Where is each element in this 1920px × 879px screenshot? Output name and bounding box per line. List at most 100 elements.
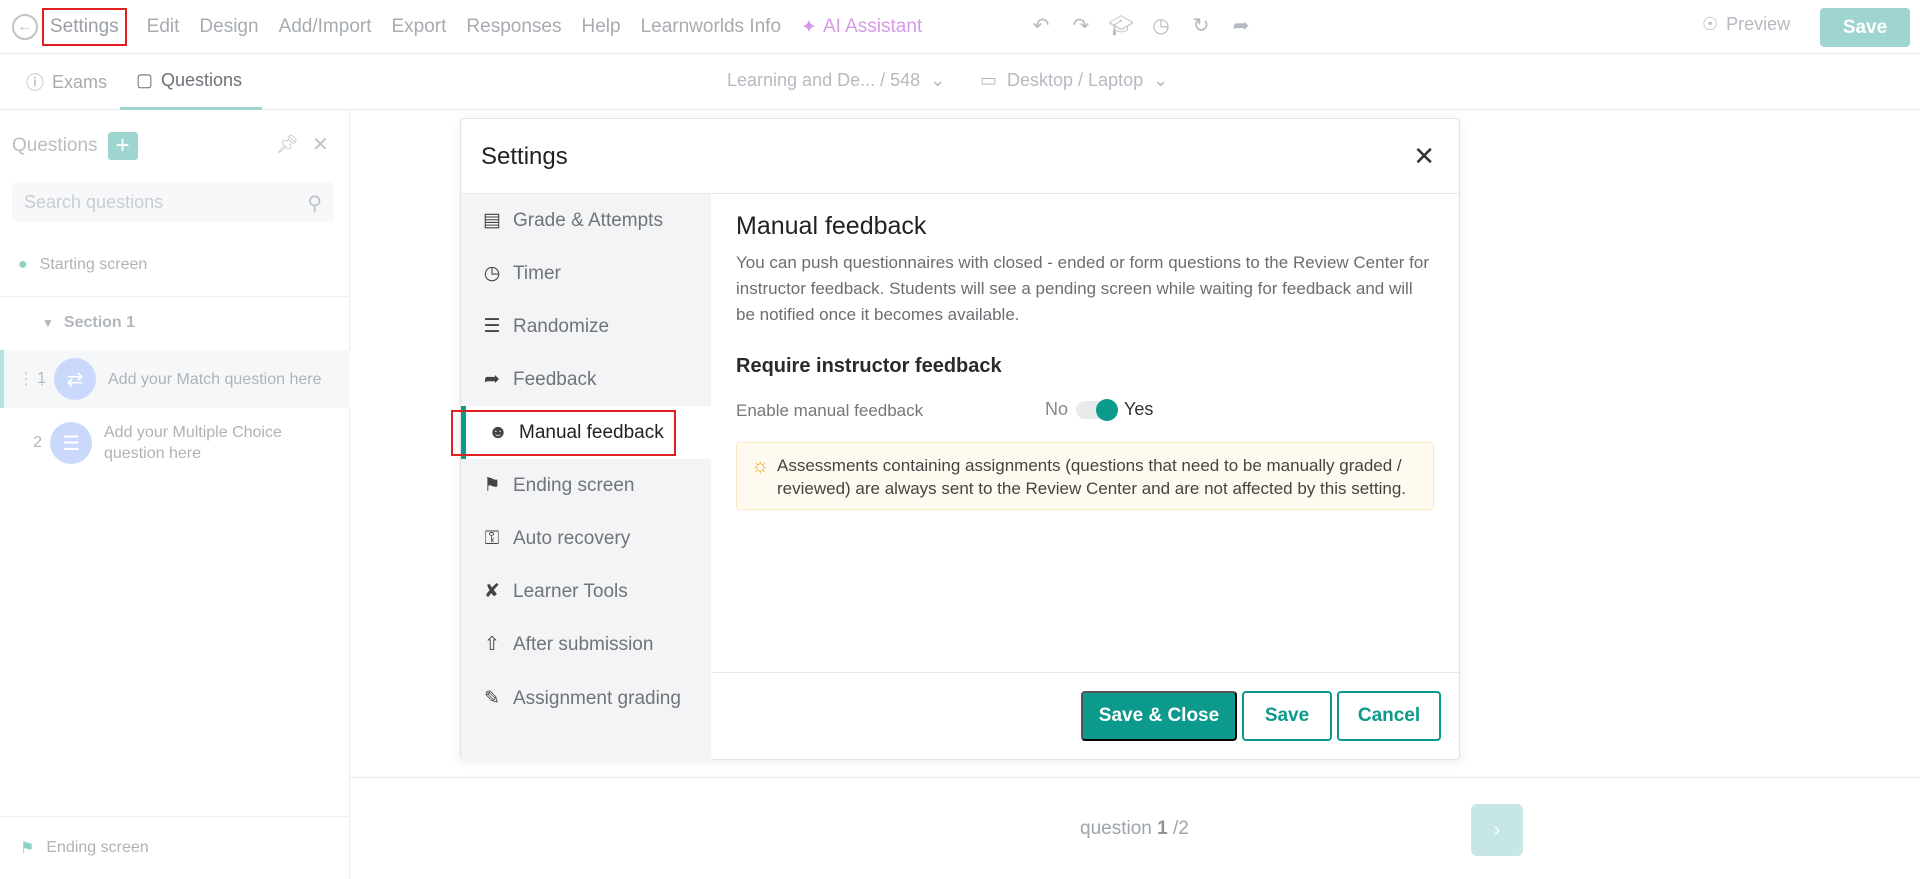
toggle-yes-label: Yes: [1124, 399, 1154, 419]
edit-doc-icon: ✎: [484, 688, 500, 709]
sparkle-icon: ✦: [801, 16, 817, 38]
undo-icon[interactable]: ↶: [1030, 14, 1052, 37]
close-icon[interactable]: ✕: [1413, 141, 1435, 172]
save-button[interactable]: Save: [1242, 691, 1332, 741]
device-selector[interactable]: ▭ Desktop / Laptop ⌄: [980, 70, 1168, 91]
info-note: ☼ Assessments containing assignments (qu…: [736, 442, 1434, 510]
chevron-down-icon: ⌄: [1153, 70, 1169, 90]
share-arrow-icon: ➦: [484, 369, 500, 390]
question-counter: question 1 /2: [1080, 818, 1189, 840]
nav-learner-tools[interactable]: ✘ Learner Tools: [461, 565, 711, 618]
menu-settings[interactable]: Settings: [42, 8, 127, 46]
nav-manual-feedback[interactable]: ☻ Manual feedback: [451, 406, 711, 459]
nav-feedback[interactable]: ➦ Feedback: [461, 353, 711, 406]
content-title: Manual feedback: [736, 212, 927, 240]
manual-feedback-toggle[interactable]: No Yes: [1045, 398, 1154, 421]
location-pin-icon: ●: [18, 256, 28, 273]
toggle-knob: [1096, 398, 1119, 421]
sidebar-header: Questions +: [12, 132, 138, 160]
toggle-no-label: No: [1045, 399, 1069, 419]
lightbulb-icon: ☼: [751, 455, 770, 477]
menu-add-import[interactable]: Add/Import: [279, 16, 372, 38]
grade-icon: ▤: [483, 210, 501, 231]
search-input[interactable]: [12, 182, 282, 222]
clock-history-icon[interactable]: ◷: [1150, 14, 1172, 37]
course-selector-label: Learning and De... / 548: [727, 70, 921, 90]
content-description: You can push questionnaires with closed …: [736, 253, 1429, 324]
ending-screen-label: Ending screen: [46, 839, 149, 856]
divider: [0, 296, 350, 297]
content-subtitle: Require instructor feedback: [736, 355, 1002, 377]
next-question-button[interactable]: ›: [1471, 804, 1523, 856]
toggle-switch[interactable]: [1076, 398, 1119, 421]
section-label: Section 1: [63, 314, 136, 331]
clock-icon: ◷: [483, 263, 501, 284]
graduation-cap-icon[interactable]: 🎓︎: [1108, 14, 1133, 37]
pin-icon[interactable]: 📌︎: [276, 134, 299, 155]
nav-ending-screen[interactable]: ⚑ Ending screen: [461, 459, 711, 512]
flag-icon: ⚑: [483, 475, 501, 496]
nav-after-submission[interactable]: ⇧ After submission: [461, 618, 711, 671]
question-row[interactable]: 2 ☰ Add your Multiple Choice question he…: [0, 412, 350, 474]
divider: [711, 672, 1459, 673]
nav-auto-recovery[interactable]: ⚿ Auto recovery: [461, 512, 711, 565]
nav-label: Grade & Attempts: [513, 209, 663, 231]
close-icon[interactable]: ✕: [312, 132, 329, 157]
question-circle-icon: ⓘ: [26, 73, 44, 93]
back-arrow-icon[interactable]: ←: [12, 14, 38, 40]
refresh-icon[interactable]: ↻: [1190, 14, 1212, 37]
tab-questions-label: Questions: [161, 70, 243, 90]
add-question-button[interactable]: +: [107, 132, 138, 160]
nav-label: Ending screen: [513, 474, 635, 496]
menu-responses[interactable]: Responses: [466, 16, 561, 38]
monitor-icon: ▭: [980, 70, 998, 90]
counter-label: question: [1080, 818, 1152, 839]
starting-screen-item[interactable]: ● Starting screen: [18, 256, 147, 274]
lock-icon: ⚿: [484, 527, 500, 549]
tab-exams[interactable]: ⓘ Exams: [26, 54, 107, 110]
share-icon[interactable]: ➦: [1230, 14, 1252, 37]
nav-label: Timer: [513, 262, 561, 284]
top-toolbar: ↶ ↷ 🎓︎ ◷ ↻ ➦: [1030, 14, 1252, 37]
ending-screen-item[interactable]: ⚑ Ending screen: [0, 816, 350, 879]
section-header[interactable]: ▼ Section 1: [42, 314, 135, 332]
nav-randomize[interactable]: ☰ Randomize: [461, 300, 711, 353]
save-top-button[interactable]: Save: [1820, 8, 1910, 47]
user-feedback-icon: ☻: [488, 421, 508, 443]
nav-label: Learner Tools: [513, 580, 628, 602]
menu-learnworlds-info[interactable]: Learnworlds Info: [641, 16, 781, 38]
nav-grade-attempts[interactable]: ▤ Grade & Attempts: [461, 194, 711, 247]
nav-assignment-grading[interactable]: ✎ Assignment grading: [461, 672, 711, 725]
nav-timer[interactable]: ◷ Timer: [461, 247, 711, 300]
modal-title: Settings: [481, 143, 568, 170]
nav-label: Assignment grading: [513, 687, 681, 709]
tab-questions[interactable]: ▢ Questions: [120, 54, 263, 110]
course-selector[interactable]: Learning and De... / 548 ⌄: [727, 70, 945, 91]
starting-screen-label: Starting screen: [39, 256, 148, 273]
question-number: 2: [33, 434, 42, 451]
cancel-button[interactable]: Cancel: [1337, 691, 1441, 741]
search-icon[interactable]: ⚲: [307, 191, 322, 216]
menu-export[interactable]: Export: [392, 16, 447, 38]
upload-doc-icon: ⇧: [484, 634, 500, 655]
device-selector-label: Desktop / Laptop: [1007, 70, 1144, 90]
save-close-button[interactable]: Save & Close: [1081, 691, 1237, 741]
search-box: ⚲: [12, 182, 334, 222]
preview-label: Preview: [1726, 14, 1791, 34]
menu-help[interactable]: Help: [581, 16, 620, 38]
counter-total: /2: [1172, 818, 1189, 839]
menu-edit[interactable]: Edit: [147, 16, 180, 38]
menu-ai-assistant[interactable]: ✦ AI Assistant: [801, 16, 922, 39]
settings-nav: ▤ Grade & Attempts ◷ Timer ☰ Randomize ➦…: [451, 194, 711, 760]
question-chat-icon: ▢: [136, 70, 154, 90]
question-row[interactable]: ⋮⋮ 1 ⇄ Add your Match question here: [0, 350, 350, 408]
nav-label: Auto recovery: [513, 527, 631, 549]
menu-design[interactable]: Design: [199, 16, 258, 38]
chevron-down-icon: ⌄: [930, 70, 946, 90]
ai-assistant-label: AI Assistant: [822, 16, 923, 37]
redo-icon[interactable]: ↷: [1070, 14, 1092, 37]
enable-manual-feedback-label: Enable manual feedback: [736, 401, 924, 420]
preview-button[interactable]: ☉ Preview: [1702, 14, 1790, 35]
drag-handle-icon[interactable]: ⋮⋮: [18, 369, 50, 389]
sidebar-title: Questions: [12, 135, 98, 156]
